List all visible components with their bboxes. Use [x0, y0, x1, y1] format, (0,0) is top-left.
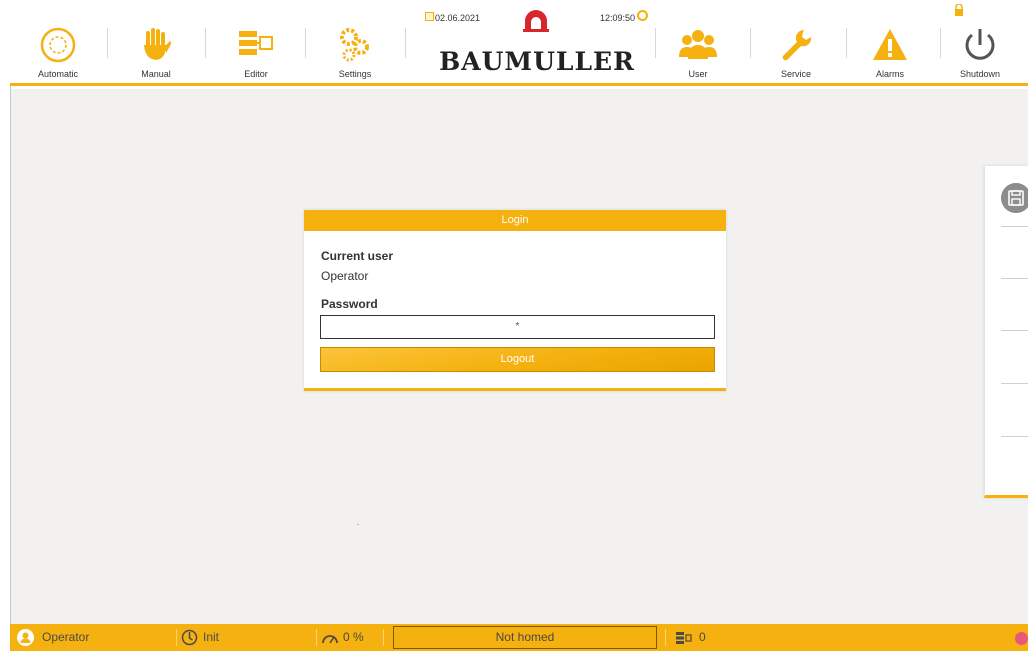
- side-panel-divider: [1001, 436, 1028, 437]
- warning-icon: [873, 29, 907, 60]
- login-dialog-title: Login: [304, 210, 726, 231]
- nav-automatic-button[interactable]: Automatic: [10, 0, 106, 84]
- main-content-area: Login Current user Operator Password * L…: [11, 89, 1028, 624]
- status-bar: Operator Init 0 % Not homed 0: [10, 624, 1028, 651]
- side-panel-divider: [1001, 226, 1028, 227]
- nav-service-label: Service: [780, 69, 811, 79]
- password-input[interactable]: *: [320, 315, 715, 339]
- brand-area: 02.06.2021 BAUMULLER 12:09:50: [417, 0, 657, 84]
- status-divider: [383, 629, 384, 646]
- nav-manual-label: Manual: [141, 69, 171, 79]
- status-override: 0 %: [343, 630, 364, 644]
- state-cycle-icon: [181, 629, 198, 646]
- brand-logo-text: BAUMULLER: [439, 47, 635, 76]
- save-icon[interactable]: [1001, 183, 1028, 213]
- status-user[interactable]: Operator: [42, 624, 89, 651]
- login-dialog: Login Current user Operator Password * L…: [304, 210, 726, 391]
- nav-user-label: User: [688, 69, 708, 79]
- nav-service-button[interactable]: Service: [748, 0, 844, 84]
- nav-editor-label: Editor: [244, 69, 268, 79]
- current-user-label: Current user: [321, 249, 394, 263]
- status-divider: [665, 629, 666, 646]
- nav-alarms-button[interactable]: Alarms: [842, 0, 938, 84]
- automatic-circle-icon: [40, 27, 76, 63]
- logout-button[interactable]: Logout: [320, 347, 715, 372]
- side-panel-divider: [1001, 278, 1028, 279]
- baumuller-logo-icon: [523, 10, 549, 32]
- stray-mark: [357, 524, 359, 525]
- current-user-value: Operator: [321, 269, 369, 283]
- clock-icon: [637, 10, 648, 21]
- nav-manual-button[interactable]: Manual: [108, 0, 204, 84]
- status-state: Init: [203, 630, 220, 644]
- calendar-icon: [425, 12, 434, 21]
- nav-settings-label: Settings: [338, 69, 372, 79]
- status-program-count: 0: [699, 630, 706, 644]
- nav-divider: [205, 28, 206, 58]
- header-time: 12:09:50: [599, 13, 635, 23]
- status-lamp-indicator: [1015, 632, 1028, 645]
- nav-automatic-label: Automatic: [37, 69, 79, 79]
- top-navigation-bar: Automatic Manual Editor Settings 02.06.2…: [10, 0, 1028, 86]
- status-divider: [176, 629, 177, 646]
- speed-gauge-icon: [322, 635, 338, 644]
- gears-icon: [340, 28, 369, 62]
- nav-shutdown-button[interactable]: Shutdown: [932, 0, 1028, 84]
- side-tool-panel: [984, 166, 1028, 498]
- homing-status-field[interactable]: Not homed: [393, 626, 657, 649]
- lock-icon: [955, 4, 963, 16]
- power-icon: [965, 29, 995, 60]
- program-list-icon: [676, 632, 692, 644]
- nav-editor-button[interactable]: Editor: [208, 0, 304, 84]
- nav-user-button[interactable]: User: [650, 0, 746, 84]
- nav-alarms-label: Alarms: [875, 69, 904, 79]
- nav-settings-button[interactable]: Settings: [307, 0, 403, 84]
- wrench-icon: [782, 29, 812, 61]
- status-divider: [316, 629, 317, 646]
- header-date: 02.06.2021: [435, 13, 481, 23]
- nav-divider: [405, 28, 406, 58]
- side-panel-divider: [1001, 383, 1028, 384]
- user-avatar-icon: [17, 629, 34, 646]
- password-label: Password: [321, 297, 378, 311]
- nav-divider: [305, 28, 306, 58]
- editor-flow-icon: [239, 31, 273, 55]
- users-icon: [679, 30, 717, 59]
- nav-shutdown-label: Shutdown: [959, 69, 1001, 79]
- hand-icon: [144, 28, 171, 60]
- side-panel-divider: [1001, 330, 1028, 331]
